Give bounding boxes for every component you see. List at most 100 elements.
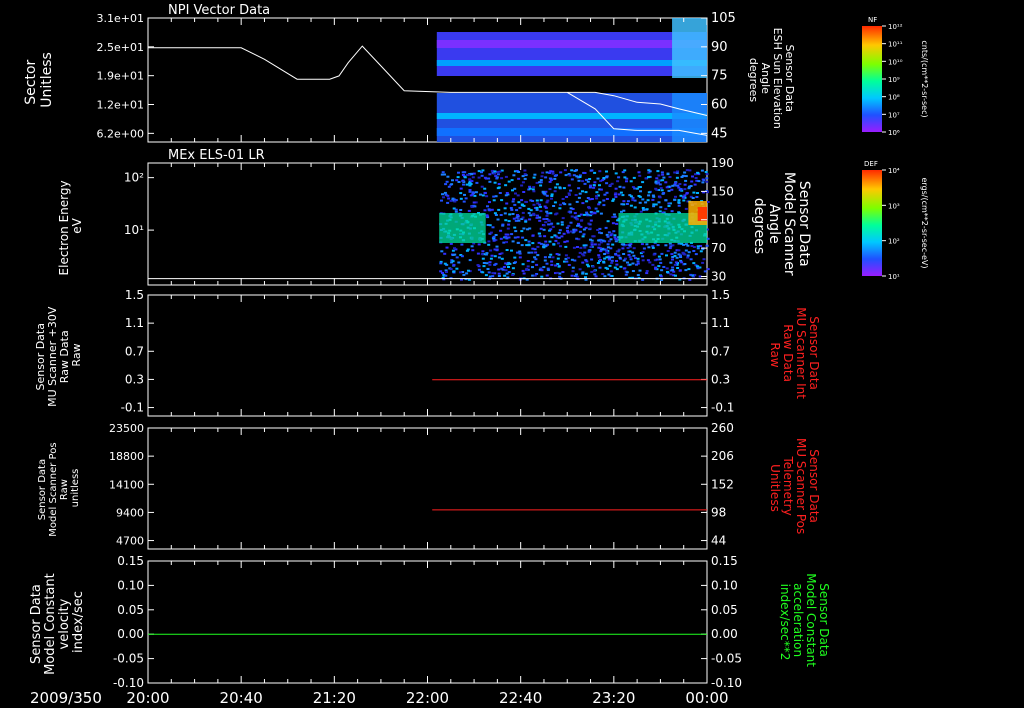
spectrogram-cell	[576, 246, 579, 248]
spectrogram-cell	[549, 212, 553, 215]
right-tick-label: 105	[711, 11, 736, 26]
spectrogram-cell	[662, 192, 666, 194]
spectrogram-cell	[577, 222, 580, 225]
spectrogram-cell	[550, 236, 554, 239]
time-tick-label: 20:00	[126, 689, 169, 707]
spectrogram-cell	[581, 190, 584, 193]
right-tick-label: 0.15	[711, 554, 738, 568]
spectrogram-cell	[455, 256, 459, 259]
spectrogram-cell	[603, 240, 607, 243]
spectrogram-cell	[521, 236, 525, 239]
spectrogram-cell	[589, 184, 592, 187]
spectrogram-cell	[692, 191, 696, 194]
spectrogram-cell	[647, 246, 651, 249]
spectrogram-cell	[562, 187, 566, 190]
spectrogram-cell	[595, 197, 599, 200]
right-tick-label: 152	[711, 477, 734, 491]
spectrogram-cell	[522, 272, 526, 275]
spectrogram-cell	[610, 256, 614, 259]
spectrogram-cell	[561, 271, 565, 273]
spectrogram-cell	[577, 187, 581, 190]
spectrogram-cell	[593, 273, 597, 276]
spectrogram-cell	[453, 247, 456, 250]
spectrogram-cell	[461, 174, 465, 176]
spectrogram-cell	[542, 228, 546, 231]
spectrogram-cell	[526, 260, 530, 262]
spectrogram-cell	[550, 222, 554, 225]
spectrogram-cell	[513, 187, 517, 190]
spectrogram-band	[436, 113, 707, 119]
spectrogram-cell	[483, 176, 487, 179]
spectrogram-cell	[612, 213, 616, 216]
spectrogram-cell	[706, 201, 710, 203]
spectrogram-cell	[590, 239, 594, 242]
spectrogram-cell	[641, 259, 645, 262]
spectrogram-cell	[496, 218, 500, 221]
spectrogram-cell	[507, 223, 511, 226]
spectrogram-cell	[667, 189, 671, 192]
spectrogram-cell	[684, 243, 688, 246]
spectrogram-cell	[495, 248, 499, 251]
spectrogram-cell	[682, 199, 686, 202]
spectrogram-cell	[451, 197, 455, 200]
spectrogram-cell	[686, 254, 690, 257]
colorbar-tick-label: 10⁸	[888, 94, 900, 102]
spectrogram-cell	[598, 247, 602, 250]
spectrogram-cell	[675, 256, 679, 259]
spectrogram-cell	[664, 207, 668, 210]
spectrogram-cell	[539, 184, 543, 187]
spectrogram-cell	[662, 176, 666, 179]
spectrogram-cell	[503, 212, 507, 215]
spectrogram-cell	[531, 260, 535, 263]
spectrogram-cell	[488, 201, 491, 204]
spectrogram-cell	[461, 179, 465, 182]
spectrogram-cell	[608, 264, 612, 267]
spectrogram-cell	[605, 198, 609, 200]
spectrogram-cell	[661, 173, 665, 176]
spectrogram-cell	[666, 172, 670, 175]
spectrogram-cell	[606, 220, 610, 223]
spectrogram-cell	[582, 213, 586, 216]
spectrogram-cell	[553, 234, 557, 237]
spectrogram-cell	[694, 253, 698, 256]
spectrogram-cell	[477, 170, 481, 173]
spectrogram-cell	[671, 258, 674, 261]
spectrogram-cell	[585, 200, 589, 203]
spectrogram-cell	[560, 223, 564, 226]
spectrogram-cell	[564, 245, 568, 248]
spectrogram-cell	[445, 180, 449, 183]
spectrogram-cell	[569, 210, 573, 213]
spectrogram-cell	[558, 186, 562, 189]
spectrogram-cell	[531, 188, 535, 191]
spectrogram-cell	[631, 270, 635, 272]
spectrogram-cell	[513, 203, 517, 206]
spectrogram-cell	[550, 260, 554, 263]
spectrogram-cell	[702, 179, 706, 182]
spectrogram-cell	[597, 254, 601, 257]
time-tick-labels: 20:00 20:40 21:20 22:00 22:40 23:20 00:00	[126, 689, 728, 707]
spectrogram-cell	[586, 197, 590, 199]
spectrogram-cell	[634, 257, 637, 260]
spectrogram-cell	[524, 201, 528, 203]
spectrogram-cell	[597, 256, 601, 259]
spectrogram-cell	[549, 228, 553, 231]
spectrogram-cell	[655, 177, 659, 180]
spectrogram-cell	[553, 190, 557, 193]
left-tick-label: 14100	[109, 478, 144, 491]
spectrogram-cell	[624, 273, 628, 276]
spectrogram-cell	[443, 252, 447, 255]
spectrogram-cell	[569, 189, 573, 192]
spectrogram-cell	[491, 226, 495, 229]
spectrogram-cell	[493, 170, 497, 173]
left-axis-label: Sensor Data MU Scanner +30V Raw Data Raw	[34, 303, 83, 407]
colorbar-tick-label: 10⁹	[888, 76, 900, 84]
spectrogram-cell	[523, 173, 527, 176]
spectrogram-cell	[695, 265, 699, 268]
spectrogram-cell	[548, 177, 552, 180]
spectrogram-cell	[542, 266, 546, 269]
spectrogram-cell	[685, 169, 689, 172]
spectrogram-cell	[667, 202, 671, 205]
spectrogram-cell	[690, 245, 694, 247]
left-tick-label: 1.9e+01	[97, 70, 144, 83]
spectrogram-cell	[684, 207, 688, 210]
